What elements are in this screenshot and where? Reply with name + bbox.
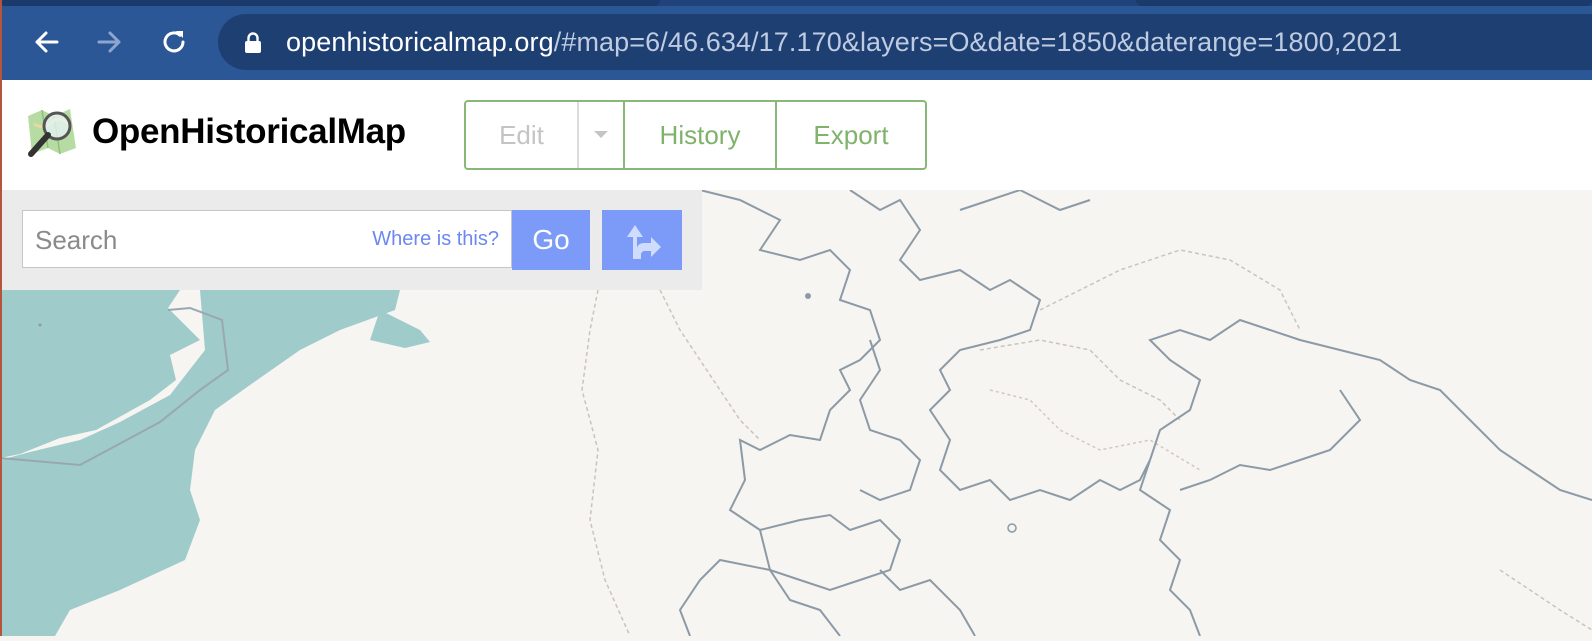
- directions-icon: [627, 225, 661, 259]
- search-panel: Where is this? Go: [0, 190, 702, 290]
- url-domain: openhistoricalmap.org: [286, 27, 554, 57]
- reload-button[interactable]: [154, 22, 194, 62]
- history-button[interactable]: History: [625, 102, 775, 168]
- search-field[interactable]: Where is this?: [22, 210, 512, 268]
- reload-icon: [163, 31, 185, 53]
- edit-history-export-group: Edit History Export: [464, 100, 927, 170]
- site-title[interactable]: OpenHistoricalMap: [92, 112, 406, 152]
- lake-marker: [38, 323, 42, 327]
- window-edge: [0, 0, 2, 636]
- export-button[interactable]: Export: [777, 102, 925, 168]
- browser-toolbar: openhistoricalmap.org/#map=6/46.634/17.1…: [0, 0, 1592, 80]
- lake-marker: [805, 293, 811, 299]
- forward-button[interactable]: [90, 22, 130, 62]
- browser-tab[interactable]: [0, 0, 660, 6]
- url-text[interactable]: openhistoricalmap.org/#map=6/46.634/17.1…: [286, 27, 1402, 58]
- arrow-right-icon: [97, 31, 121, 53]
- site-header: OpenHistoricalMap Edit History Export: [0, 80, 1592, 190]
- browser-tab[interactable]: [1136, 0, 1592, 6]
- magnifier-map-logo[interactable]: [24, 104, 80, 160]
- directions-button[interactable]: [602, 210, 682, 270]
- arrow-left-icon: [35, 31, 59, 53]
- where-is-this-link[interactable]: Where is this?: [372, 228, 499, 251]
- go-button[interactable]: Go: [512, 210, 590, 270]
- back-button[interactable]: [26, 22, 66, 62]
- edit-button[interactable]: Edit: [466, 102, 577, 168]
- address-bar[interactable]: openhistoricalmap.org/#map=6/46.634/17.1…: [218, 14, 1592, 70]
- search-input[interactable]: [33, 221, 357, 259]
- caret-down-icon: [594, 131, 608, 138]
- lock-icon: [245, 32, 261, 53]
- url-path: /#map=6/46.634/17.170&layers=O&date=1850…: [553, 27, 1402, 57]
- edit-dropdown-button[interactable]: [577, 102, 623, 168]
